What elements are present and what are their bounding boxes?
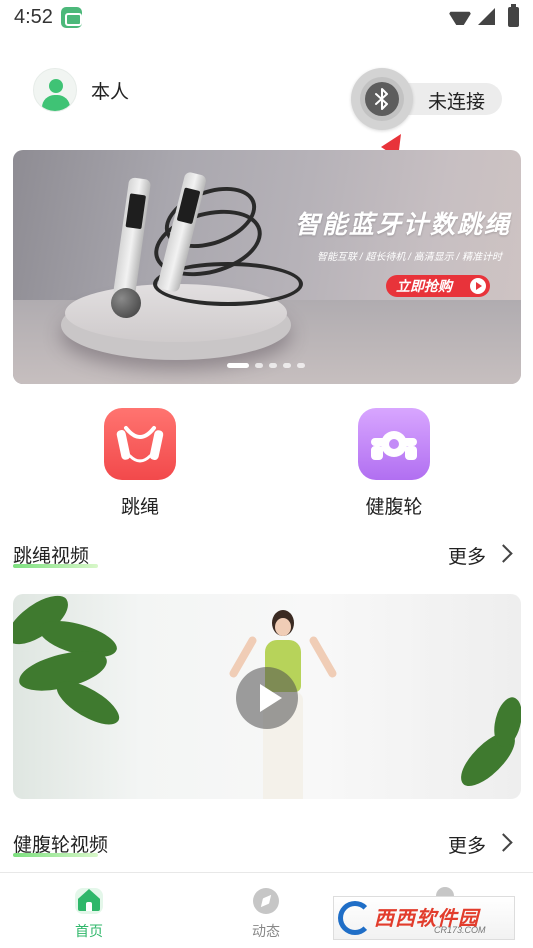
buy-now-button[interactable]: 立即抢购 [386,275,490,297]
arrow-right-icon [470,278,486,294]
pagination-dot[interactable] [269,363,277,368]
avatar-head [49,79,63,93]
bluetooth-icon [365,82,399,116]
video-card[interactable] [13,594,521,799]
status-time: 4:52 [14,6,53,28]
cellular-signal-icon [478,8,495,25]
pagination-dot[interactable] [297,363,305,368]
bluetooth-status-label[interactable]: 未连接 [428,87,485,114]
compass-icon-shape [253,888,279,914]
handle-screen [125,193,147,230]
status-bar: 4:52 [0,0,533,36]
category-label: 健腹轮 [365,497,423,518]
person-face [275,618,291,636]
plant-leaf [51,671,125,735]
more-link-ab-wheel[interactable]: 更多 [448,831,486,858]
ab-wheel-icon [358,408,430,480]
category-jump-rope[interactable]: 跳绳 [95,408,185,519]
watermark-logo-icon [338,901,372,935]
banner-title: 智能蓝牙计数跳绳 [295,211,512,239]
battery-charging-icon [508,4,519,27]
category-ab-wheel[interactable]: 健腹轮 [349,408,439,519]
watermark: 西西软件园 CR173.COM [333,896,515,940]
nav-item-home[interactable]: 首页 [59,885,119,941]
home-icon-door [86,902,92,911]
nav-item-feed[interactable]: 动态 [236,885,296,941]
nav-label-feed: 动态 [252,923,280,939]
pagination-dot-active[interactable] [227,363,249,368]
wifi-icon [448,7,472,25]
pagination-dot[interactable] [255,363,263,368]
nav-label-home: 首页 [75,923,103,939]
play-icon[interactable] [236,667,298,729]
user-name[interactable]: 本人 [91,77,129,104]
section-underline [13,853,98,857]
avatar[interactable] [33,68,77,112]
section-underline [13,564,98,568]
app-notification-icon [61,7,82,28]
banner-subtitle: 智能互联 / 超长待机 / 高清显示 / 精准计时 [317,252,503,263]
compass-icon [250,885,282,917]
banner-pagination [227,363,305,368]
home-icon [73,885,105,917]
rope-weight-ball [111,288,141,318]
avatar-body [42,95,70,111]
rope-handle [112,177,152,299]
status-icons [448,4,519,27]
watermark-url: CR173.COM [434,925,486,935]
chevron-right-icon[interactable] [494,833,513,852]
more-link-jump-rope[interactable]: 更多 [448,542,486,569]
bluetooth-button-inner [360,77,404,121]
buy-now-label: 立即抢购 [396,278,452,294]
bluetooth-connect-button[interactable] [351,68,413,130]
annotation-arrow [310,134,401,272]
category-label: 跳绳 [120,497,159,518]
jump-rope-icon [104,408,176,480]
promo-banner[interactable]: 智能蓝牙计数跳绳 智能互联 / 超长待机 / 高清显示 / 精准计时 立即抢购 [13,150,521,384]
pagination-dot[interactable] [283,363,291,368]
chevron-right-icon[interactable] [494,544,513,563]
